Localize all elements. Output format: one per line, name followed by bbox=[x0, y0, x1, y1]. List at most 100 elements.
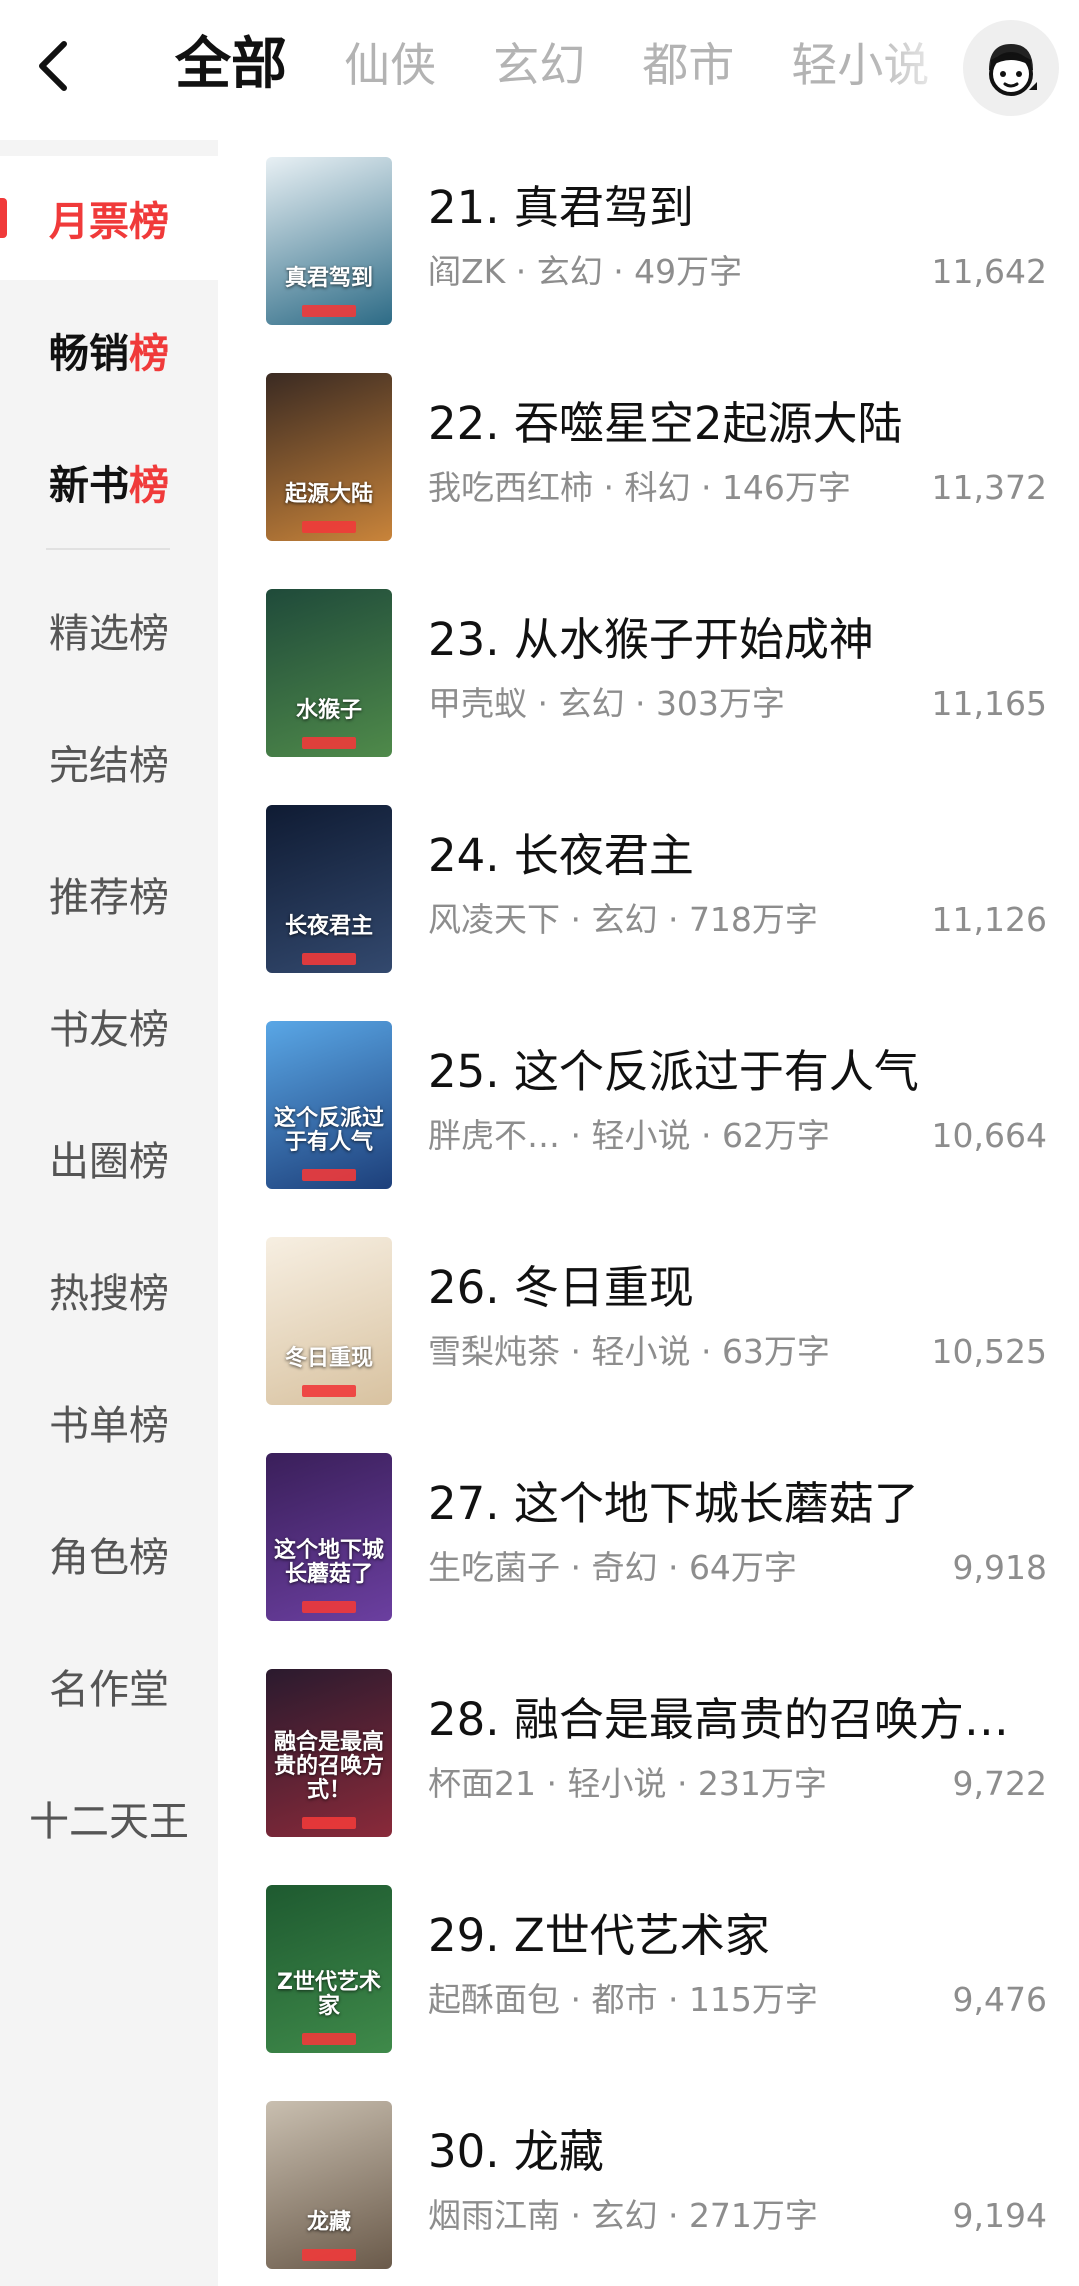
chevron-left-icon bbox=[39, 41, 67, 91]
book-title[interactable]: 22. 吞噬星空2起源大陆 bbox=[428, 394, 1048, 454]
sidebar-item-twelve-kings[interactable]: 十二天王 bbox=[0, 1756, 218, 1880]
book-row[interactable]: 水猴子 23. 从水猴子开始成神甲壳蚁 · 玄幻 · 303万字 11,165 bbox=[218, 572, 1079, 788]
book-meta: 甲壳蚁 · 玄幻 · 303万字 bbox=[428, 684, 785, 723]
tab-xianxia[interactable]: 仙侠 bbox=[344, 30, 436, 100]
book-meta: 风凌天下 · 玄幻 · 718万字 bbox=[428, 900, 818, 939]
book-cover[interactable]: 起源大陆 bbox=[266, 373, 392, 541]
cover-title-art: 融合是最高贵的召唤方式！ bbox=[273, 1730, 384, 1803]
cover-title-art: 真君驾到 bbox=[284, 266, 373, 291]
book-meta: 生吃菌子 · 奇幻 · 64万字 bbox=[428, 1548, 797, 1587]
cover-title-art: 冬日重现 bbox=[284, 1346, 373, 1371]
book-row[interactable]: 这个反派过于有人气 25. 这个反派过于有人气胖虎不… · 轻小说 · 62万字 1… bbox=[218, 1004, 1079, 1220]
ranking-sidebar: 月票榜 畅销榜 新书榜 精选榜 完结榜 推荐榜 书友榜 出圈榜 热搜榜 书单榜 … bbox=[0, 140, 218, 2286]
book-cover[interactable]: 水猴子 bbox=[266, 589, 392, 757]
book-cover[interactable]: 真君驾到 bbox=[266, 157, 392, 325]
sidebar-label-accent: 榜 bbox=[129, 331, 169, 377]
publisher-logo bbox=[302, 305, 356, 317]
cover-title-art: 水猴子 bbox=[295, 698, 362, 723]
publisher-logo bbox=[302, 2033, 356, 2045]
book-title[interactable]: 25. 这个反派过于有人气 bbox=[428, 1042, 1048, 1102]
cover-title-art: 这个反派过于有人气 bbox=[273, 1106, 384, 1155]
tab-xuanhuan[interactable]: 玄幻 bbox=[493, 30, 585, 100]
book-row[interactable]: 融合是最高贵的召唤方式！ 28. 融合是最高贵的召唤方式！ 杯面21 · 轻小说 ·… bbox=[218, 1652, 1079, 1868]
ticket-count: 11,165 bbox=[931, 684, 1047, 723]
publisher-logo bbox=[302, 953, 356, 965]
book-cover[interactable]: 龙藏 bbox=[266, 2101, 392, 2269]
book-title[interactable]: 28. 融合是最高贵的召唤方式！ bbox=[428, 1690, 1048, 1750]
book-cover[interactable]: 这个反派过于有人气 bbox=[266, 1021, 392, 1189]
sidebar-item-bestseller[interactable]: 畅销榜 bbox=[0, 288, 218, 412]
sidebar-item-recommended[interactable]: 推荐榜 bbox=[0, 832, 218, 956]
book-meta: 杯面21 · 轻小说 · 231万字 bbox=[428, 1764, 827, 1803]
active-indicator bbox=[0, 198, 7, 238]
sidebar-item-featured[interactable]: 精选榜 bbox=[0, 568, 218, 692]
back-button[interactable] bbox=[22, 36, 82, 96]
avatar-icon bbox=[989, 44, 1037, 96]
book-meta: 起酥面包 · 都市 · 115万字 bbox=[428, 1980, 818, 2019]
cover-title-art: 起源大陆 bbox=[284, 482, 373, 507]
ticket-count: 11,372 bbox=[931, 468, 1047, 507]
cover-title-art: 这个地下城长蘑菇了 bbox=[273, 1538, 384, 1587]
sidebar-label-accent: 榜 bbox=[129, 463, 169, 509]
category-tabs: 全部 仙侠 玄幻 都市 轻小说 bbox=[175, 30, 935, 110]
ticket-count: 10,525 bbox=[931, 1332, 1047, 1371]
publisher-logo bbox=[302, 521, 356, 533]
sidebar-item-character[interactable]: 角色榜 bbox=[0, 1492, 218, 1616]
book-row[interactable]: 真君驾到 21. 真君驾到阎ZK · 玄幻 · 49万字 11,642 bbox=[218, 140, 1079, 356]
ticket-count: 10,664 bbox=[931, 1116, 1047, 1155]
book-title[interactable]: 24. 长夜君主 bbox=[428, 826, 1048, 886]
book-meta: 胖虎不… · 轻小说 · 62万字 bbox=[428, 1116, 830, 1155]
cover-title-art: 龙藏 bbox=[306, 2210, 351, 2235]
sidebar-item-monthly-ticket[interactable]: 月票榜 bbox=[0, 156, 218, 280]
sidebar-item-hot-search[interactable]: 热搜榜 bbox=[0, 1228, 218, 1352]
cover-title-art: 长夜君主 bbox=[284, 914, 373, 939]
book-row[interactable]: 龙藏 30. 龙藏烟雨江南 · 玄幻 · 271万字 9,194 bbox=[218, 2084, 1079, 2286]
sidebar-item-masterpiece-hall[interactable]: 名作堂 bbox=[0, 1624, 218, 1748]
book-title[interactable]: 29. Z世代艺术家 bbox=[428, 1906, 1048, 1966]
ticket-count: 9,194 bbox=[952, 2196, 1047, 2235]
sidebar-item-reader-friends[interactable]: 书友榜 bbox=[0, 964, 218, 1088]
book-title[interactable]: 23. 从水猴子开始成神 bbox=[428, 610, 1048, 670]
book-title[interactable]: 27. 这个地下城长蘑菇了 bbox=[428, 1474, 1048, 1534]
book-row[interactable]: 冬日重现 26. 冬日重现雪梨炖茶 · 轻小说 · 63万字 10,525 bbox=[218, 1220, 1079, 1436]
book-meta: 雪梨炖茶 · 轻小说 · 63万字 bbox=[428, 1332, 830, 1371]
book-meta: 烟雨江南 · 玄幻 · 271万字 bbox=[428, 2196, 818, 2235]
publisher-logo bbox=[302, 2249, 356, 2261]
publisher-logo bbox=[302, 1601, 356, 1613]
sidebar-item-new-books[interactable]: 新书榜 bbox=[0, 420, 218, 544]
book-cover[interactable]: 冬日重现 bbox=[266, 1237, 392, 1405]
book-row[interactable]: 这个地下城长蘑菇了 27. 这个地下城长蘑菇了生吃菌子 · 奇幻 · 64万字 9,… bbox=[218, 1436, 1079, 1652]
publisher-logo bbox=[302, 737, 356, 749]
publisher-logo bbox=[302, 1385, 356, 1397]
book-cover[interactable]: 这个地下城长蘑菇了 bbox=[266, 1453, 392, 1621]
book-title[interactable]: 26. 冬日重现 bbox=[428, 1258, 1048, 1318]
book-cover[interactable]: 长夜君主 bbox=[266, 805, 392, 973]
book-cover[interactable]: 融合是最高贵的召唤方式！ bbox=[266, 1669, 392, 1837]
book-meta: 阎ZK · 玄幻 · 49万字 bbox=[428, 252, 743, 291]
ticket-count: 11,642 bbox=[931, 252, 1047, 291]
top-bar: 全部 仙侠 玄幻 都市 轻小说 bbox=[0, 0, 1079, 140]
publisher-logo bbox=[302, 1817, 356, 1829]
book-meta: 我吃西红柿 · 科幻 · 146万字 bbox=[428, 468, 851, 507]
publisher-logo bbox=[302, 1169, 356, 1181]
ticket-count: 9,476 bbox=[952, 1980, 1047, 2019]
ticket-count: 9,722 bbox=[952, 1764, 1047, 1803]
book-title[interactable]: 30. 龙藏 bbox=[428, 2122, 1048, 2182]
avatar-button[interactable] bbox=[963, 20, 1059, 116]
tab-dushi[interactable]: 都市 bbox=[642, 30, 734, 100]
book-row[interactable]: Z世代艺术家 29. Z世代艺术家起酥面包 · 都市 · 115万字 9,476 bbox=[218, 1868, 1079, 2084]
ticket-count: 11,126 bbox=[931, 900, 1047, 939]
sidebar-item-breakout[interactable]: 出圈榜 bbox=[0, 1096, 218, 1220]
sidebar-item-booklist[interactable]: 书单榜 bbox=[0, 1360, 218, 1484]
book-list: 真君驾到 21. 真君驾到阎ZK · 玄幻 · 49万字 11,642 起源大陆 22.… bbox=[218, 140, 1079, 2286]
sidebar-item-completed[interactable]: 完结榜 bbox=[0, 700, 218, 824]
sidebar-divider bbox=[46, 548, 170, 550]
book-cover[interactable]: Z世代艺术家 bbox=[266, 1885, 392, 2053]
tab-all[interactable]: 全部 bbox=[175, 30, 287, 100]
book-row[interactable]: 起源大陆 22. 吞噬星空2起源大陆我吃西红柿 · 科幻 · 146万字 11,37… bbox=[218, 356, 1079, 572]
cover-title-art: Z世代艺术家 bbox=[277, 1970, 381, 2019]
book-row[interactable]: 长夜君主 24. 长夜君主风凌天下 · 玄幻 · 718万字 11,126 bbox=[218, 788, 1079, 1004]
ticket-count: 9,918 bbox=[952, 1548, 1047, 1587]
book-title[interactable]: 21. 真君驾到 bbox=[428, 178, 1048, 238]
tabs-fade bbox=[869, 0, 959, 140]
